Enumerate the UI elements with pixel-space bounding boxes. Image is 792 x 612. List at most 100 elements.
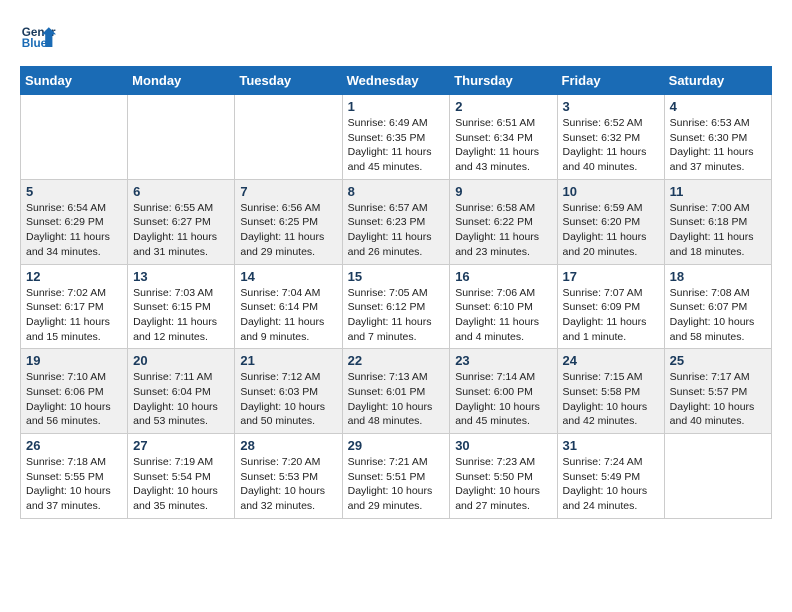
day-info: Sunrise: 7:12 AM Sunset: 6:03 PM Dayligh… — [240, 370, 336, 429]
day-number: 29 — [348, 438, 445, 453]
calendar-cell: 20 Sunrise: 7:11 AM Sunset: 6:04 PM Dayli… — [128, 349, 235, 434]
day-number: 16 — [455, 269, 551, 284]
day-info: Sunrise: 7:19 AM Sunset: 5:54 PM Dayligh… — [133, 455, 229, 514]
calendar-cell: 9 Sunrise: 6:58 AM Sunset: 6:22 PM Daylig… — [450, 179, 557, 264]
day-info: Sunrise: 6:54 AM Sunset: 6:29 PM Dayligh… — [26, 201, 122, 260]
day-number: 2 — [455, 99, 551, 114]
calendar-cell: 23 Sunrise: 7:14 AM Sunset: 6:00 PM Dayli… — [450, 349, 557, 434]
day-info: Sunrise: 6:53 AM Sunset: 6:30 PM Dayligh… — [670, 116, 766, 175]
calendar-cell: 15Sunrise: 7:05 AM Sunset: 6:12 PM Dayli… — [342, 264, 450, 349]
day-number: 23 — [455, 353, 551, 368]
calendar-cell: 12Sunrise: 7:02 AM Sunset: 6:17 PM Dayli… — [21, 264, 128, 349]
logo-icon: General Blue — [20, 20, 56, 56]
calendar-cell: 13 Sunrise: 7:03 AM Sunset: 6:15 PM Dayli… — [128, 264, 235, 349]
calendar-cell: 16Sunrise: 7:06 AM Sunset: 6:10 PM Dayli… — [450, 264, 557, 349]
calendar-cell: 30Sunrise: 7:23 AM Sunset: 5:50 PM Dayli… — [450, 434, 557, 519]
calendar-header-row: SundayMondayTuesdayWednesdayThursdayFrid… — [21, 67, 772, 95]
day-number: 31 — [563, 438, 659, 453]
calendar-header-tuesday: Tuesday — [235, 67, 342, 95]
calendar-cell: 27 Sunrise: 7:19 AM Sunset: 5:54 PM Dayli… — [128, 434, 235, 519]
day-info: Sunrise: 7:10 AM Sunset: 6:06 PM Dayligh… — [26, 370, 122, 429]
day-info: Sunrise: 6:52 AM Sunset: 6:32 PM Dayligh… — [563, 116, 659, 175]
day-number: 21 — [240, 353, 336, 368]
day-info: Sunrise: 7:17 AM Sunset: 5:57 PM Dayligh… — [670, 370, 766, 429]
calendar-week-1: 1Sunrise: 6:49 AM Sunset: 6:35 PM Daylig… — [21, 95, 772, 180]
calendar-cell: 11 Sunrise: 7:00 AM Sunset: 6:18 PM Dayli… — [664, 179, 771, 264]
calendar-cell — [235, 95, 342, 180]
calendar-cell: 18 Sunrise: 7:08 AM Sunset: 6:07 PM Dayli… — [664, 264, 771, 349]
day-info: Sunrise: 7:07 AM Sunset: 6:09 PM Dayligh… — [563, 286, 659, 345]
day-info: Sunrise: 6:57 AM Sunset: 6:23 PM Dayligh… — [348, 201, 445, 260]
day-number: 25 — [670, 353, 766, 368]
day-number: 11 — [670, 184, 766, 199]
day-info: Sunrise: 6:59 AM Sunset: 6:20 PM Dayligh… — [563, 201, 659, 260]
calendar-cell: 21 Sunrise: 7:12 AM Sunset: 6:03 PM Dayli… — [235, 349, 342, 434]
day-info: Sunrise: 7:15 AM Sunset: 5:58 PM Dayligh… — [563, 370, 659, 429]
calendar-cell: 8 Sunrise: 6:57 AM Sunset: 6:23 PM Daylig… — [342, 179, 450, 264]
day-number: 8 — [348, 184, 445, 199]
day-info: Sunrise: 7:18 AM Sunset: 5:55 PM Dayligh… — [26, 455, 122, 514]
day-number: 22 — [348, 353, 445, 368]
calendar-header-saturday: Saturday — [664, 67, 771, 95]
calendar-header-thursday: Thursday — [450, 67, 557, 95]
calendar-cell — [128, 95, 235, 180]
calendar-cell: 14 Sunrise: 7:04 AM Sunset: 6:14 PM Dayli… — [235, 264, 342, 349]
day-number: 19 — [26, 353, 122, 368]
calendar-cell: 6Sunrise: 6:55 AM Sunset: 6:27 PM Daylig… — [128, 179, 235, 264]
calendar-cell: 4 Sunrise: 6:53 AM Sunset: 6:30 PM Daylig… — [664, 95, 771, 180]
day-info: Sunrise: 7:03 AM Sunset: 6:15 PM Dayligh… — [133, 286, 229, 345]
day-number: 9 — [455, 184, 551, 199]
day-number: 3 — [563, 99, 659, 114]
calendar-cell: 1Sunrise: 6:49 AM Sunset: 6:35 PM Daylig… — [342, 95, 450, 180]
calendar-cell: 25 Sunrise: 7:17 AM Sunset: 5:57 PM Dayli… — [664, 349, 771, 434]
calendar-cell: 31 Sunrise: 7:24 AM Sunset: 5:49 PM Dayli… — [557, 434, 664, 519]
calendar-cell: 3 Sunrise: 6:52 AM Sunset: 6:32 PM Daylig… — [557, 95, 664, 180]
calendar-cell: 29 Sunrise: 7:21 AM Sunset: 5:51 PM Dayli… — [342, 434, 450, 519]
calendar-week-4: 19 Sunrise: 7:10 AM Sunset: 6:06 PM Dayli… — [21, 349, 772, 434]
calendar-cell: 2Sunrise: 6:51 AM Sunset: 6:34 PM Daylig… — [450, 95, 557, 180]
day-info: Sunrise: 7:14 AM Sunset: 6:00 PM Dayligh… — [455, 370, 551, 429]
day-info: Sunrise: 7:11 AM Sunset: 6:04 PM Dayligh… — [133, 370, 229, 429]
day-number: 28 — [240, 438, 336, 453]
day-number: 7 — [240, 184, 336, 199]
calendar-cell: 26 Sunrise: 7:18 AM Sunset: 5:55 PM Dayli… — [21, 434, 128, 519]
page-header: General Blue — [20, 20, 772, 56]
day-info: Sunrise: 7:00 AM Sunset: 6:18 PM Dayligh… — [670, 201, 766, 260]
day-number: 24 — [563, 353, 659, 368]
day-info: Sunrise: 7:20 AM Sunset: 5:53 PM Dayligh… — [240, 455, 336, 514]
day-number: 30 — [455, 438, 551, 453]
day-number: 27 — [133, 438, 229, 453]
day-number: 12 — [26, 269, 122, 284]
day-info: Sunrise: 7:24 AM Sunset: 5:49 PM Dayligh… — [563, 455, 659, 514]
day-info: Sunrise: 6:56 AM Sunset: 6:25 PM Dayligh… — [240, 201, 336, 260]
day-info: Sunrise: 7:13 AM Sunset: 6:01 PM Dayligh… — [348, 370, 445, 429]
calendar-cell: 22 Sunrise: 7:13 AM Sunset: 6:01 PM Dayli… — [342, 349, 450, 434]
calendar-week-3: 12Sunrise: 7:02 AM Sunset: 6:17 PM Dayli… — [21, 264, 772, 349]
calendar-cell: 5 Sunrise: 6:54 AM Sunset: 6:29 PM Daylig… — [21, 179, 128, 264]
day-info: Sunrise: 7:05 AM Sunset: 6:12 PM Dayligh… — [348, 286, 445, 345]
day-number: 4 — [670, 99, 766, 114]
day-info: Sunrise: 7:08 AM Sunset: 6:07 PM Dayligh… — [670, 286, 766, 345]
day-number: 18 — [670, 269, 766, 284]
calendar-cell — [664, 434, 771, 519]
calendar-week-5: 26 Sunrise: 7:18 AM Sunset: 5:55 PM Dayli… — [21, 434, 772, 519]
calendar-header-wednesday: Wednesday — [342, 67, 450, 95]
day-number: 26 — [26, 438, 122, 453]
calendar-header-sunday: Sunday — [21, 67, 128, 95]
calendar-cell: 19 Sunrise: 7:10 AM Sunset: 6:06 PM Dayli… — [21, 349, 128, 434]
calendar-cell: 10 Sunrise: 6:59 AM Sunset: 6:20 PM Dayli… — [557, 179, 664, 264]
day-number: 13 — [133, 269, 229, 284]
calendar-week-2: 5 Sunrise: 6:54 AM Sunset: 6:29 PM Daylig… — [21, 179, 772, 264]
calendar-cell — [21, 95, 128, 180]
day-number: 14 — [240, 269, 336, 284]
day-info: Sunrise: 6:55 AM Sunset: 6:27 PM Dayligh… — [133, 201, 229, 260]
day-info: Sunrise: 7:21 AM Sunset: 5:51 PM Dayligh… — [348, 455, 445, 514]
day-info: Sunrise: 7:04 AM Sunset: 6:14 PM Dayligh… — [240, 286, 336, 345]
day-number: 5 — [26, 184, 122, 199]
calendar-cell: 17Sunrise: 7:07 AM Sunset: 6:09 PM Dayli… — [557, 264, 664, 349]
day-info: Sunrise: 6:58 AM Sunset: 6:22 PM Dayligh… — [455, 201, 551, 260]
day-number: 20 — [133, 353, 229, 368]
day-number: 1 — [348, 99, 445, 114]
calendar-header-friday: Friday — [557, 67, 664, 95]
day-number: 10 — [563, 184, 659, 199]
